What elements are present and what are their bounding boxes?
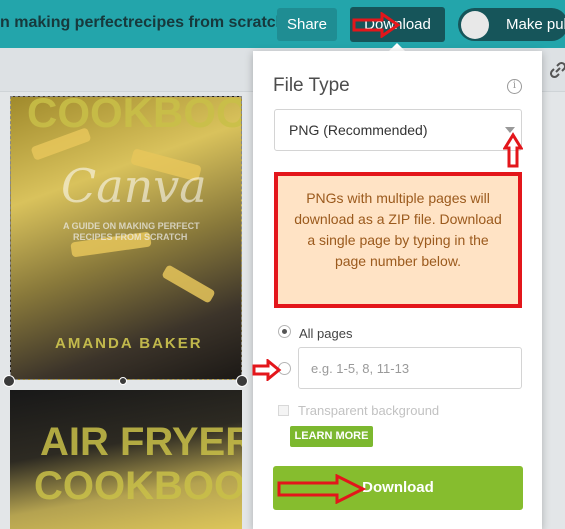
chevron-down-icon	[505, 127, 515, 133]
make-public-toggle[interactable]: Make public	[458, 8, 565, 41]
resize-handle[interactable]	[236, 375, 248, 387]
toggle-knob	[461, 11, 489, 39]
document-title[interactable]: n making perfectrecipes from scratch	[0, 14, 285, 32]
fry-decoration	[161, 264, 216, 304]
cover-title: COOKBOOK	[27, 96, 241, 136]
transparent-background-checkbox[interactable]	[278, 405, 289, 416]
share-button[interactable]: Share	[277, 8, 337, 41]
page-range-input[interactable]	[298, 347, 522, 389]
file-type-value: PNG (Recommended)	[289, 122, 428, 138]
learn-more-button[interactable]: LEARN MORE	[290, 426, 373, 447]
download-button[interactable]: Download	[273, 466, 523, 510]
transparent-background-label: Transparent background	[298, 403, 440, 418]
cover-author: AMANDA BAKER	[55, 335, 203, 352]
download-button-header[interactable]: Download	[350, 7, 445, 42]
cover-subtitle-line1: A GUIDE ON MAKING PERFECT	[63, 221, 200, 231]
resize-handle[interactable]	[3, 375, 15, 387]
design-page-2[interactable]: AIR FRYER COOKBOOK	[10, 390, 242, 529]
multi-page-notice: PNGs with multiple pages will download a…	[274, 172, 522, 308]
all-pages-radio[interactable]	[278, 325, 291, 338]
file-type-label: File Type	[273, 75, 350, 96]
design-page-1[interactable]: COOKBOOK Canva A GUIDE ON MAKING PERFECT…	[10, 96, 242, 380]
canva-watermark: Canva	[61, 159, 207, 213]
link-icon[interactable]	[548, 60, 565, 80]
page-range-radio[interactable]	[278, 362, 291, 375]
cover-subtitle-line2: RECIPES FROM SCRATCH	[73, 232, 188, 242]
all-pages-label: All pages	[299, 326, 353, 341]
resize-handle[interactable]	[119, 377, 127, 385]
cover-title-line1: AIR FRYER	[40, 420, 242, 464]
info-icon[interactable]: i	[507, 79, 522, 94]
make-public-label: Make public	[506, 16, 565, 33]
cover-title-line2: COOKBOOK	[34, 464, 242, 508]
file-type-select[interactable]: PNG (Recommended)	[274, 109, 522, 151]
